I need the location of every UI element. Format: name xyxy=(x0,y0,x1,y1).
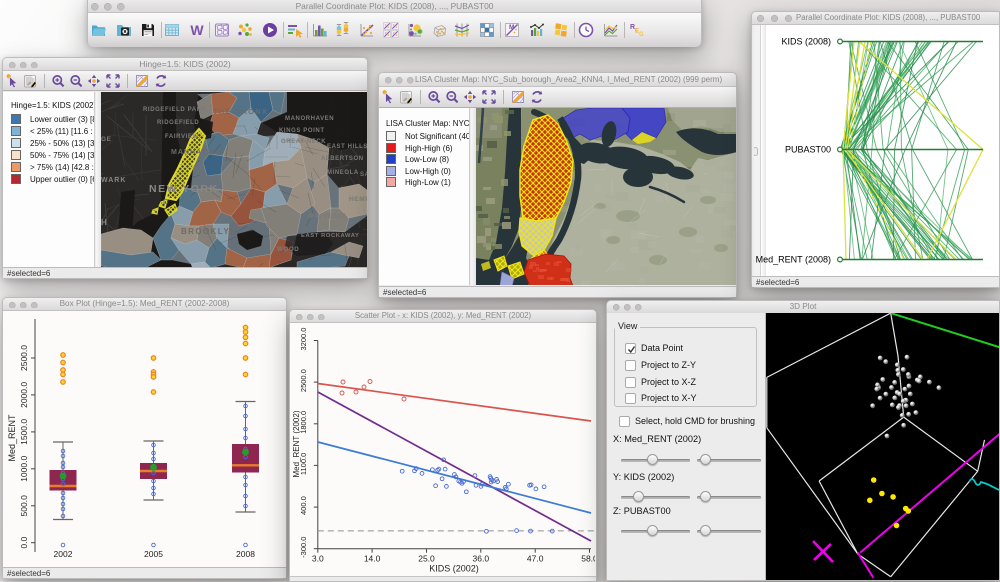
svg-text:KINGS POINT: KINGS POINT xyxy=(279,128,325,134)
svg-text:C: C xyxy=(163,199,169,206)
svg-text:NEW YORK: NEW YORK xyxy=(149,183,219,195)
svg-text:2002: 2002 xyxy=(54,549,73,559)
svg-text:Med_RENT: Med_RENT xyxy=(7,414,17,462)
svg-text:3200.0: 3200.0 xyxy=(299,328,308,351)
svg-text:WOOD: WOOD xyxy=(277,246,299,253)
svg-text:KIDS (2008): KIDS (2008) xyxy=(781,37,831,47)
svg-text:PUBAST00: PUBAST00 xyxy=(785,145,831,155)
svg-text:SA: SA xyxy=(360,172,367,178)
svg-text:2500.0: 2500.0 xyxy=(19,345,29,371)
svg-text:400.0: 400.0 xyxy=(299,496,308,515)
svg-text:MALVERNE: MALVERNE xyxy=(309,214,347,220)
svg-text:FAIRVIEW: FAIRVIEW xyxy=(165,134,199,140)
svg-text:RIDGEFIELD PARK: RIDGEFIELD PARK xyxy=(143,107,207,113)
svg-text:2005: 2005 xyxy=(144,549,163,559)
svg-text:EAST ROCKAWAY: EAST ROCKAWAY xyxy=(301,233,359,239)
svg-text:14.0: 14.0 xyxy=(364,554,381,564)
svg-text:BROOKLYN: BROOKLYN xyxy=(181,227,237,236)
svg-text:EAST HILLS: EAST HILLS xyxy=(327,144,367,150)
svg-text:MANHATTAN: MANHATTAN xyxy=(171,149,224,156)
svg-text:RIDGEFIELD: RIDGEFIELD xyxy=(157,120,199,126)
svg-text:1500.0: 1500.0 xyxy=(19,419,29,445)
svg-text:H: H xyxy=(101,218,107,227)
svg-text:HEMPSTEA: HEMPSTEA xyxy=(349,196,367,203)
svg-text:ALBERTSON: ALBERTSON xyxy=(321,156,364,162)
svg-text:500.0: 500.0 xyxy=(19,495,29,517)
svg-text:2000.0: 2000.0 xyxy=(19,382,29,408)
svg-text:MANORHAVEN: MANORHAVEN xyxy=(285,116,334,122)
svg-text:47.0: 47.0 xyxy=(527,554,544,564)
svg-text:WARK: WARK xyxy=(101,177,126,184)
svg-text:2008: 2008 xyxy=(236,549,255,559)
svg-text:3.0: 3.0 xyxy=(312,554,324,564)
svg-text:GREAT NECK: GREAT NECK xyxy=(281,139,326,145)
svg-text:KIDS (2002): KIDS (2002) xyxy=(429,564,479,574)
svg-text:58.0: 58.0 xyxy=(581,554,595,564)
svg-text:2500.0: 2500.0 xyxy=(299,369,308,392)
svg-text:1000.0: 1000.0 xyxy=(19,456,29,482)
svg-text:0.0: 0.0 xyxy=(19,537,29,549)
svg-text:Med_RENT (2002): Med_RENT (2002) xyxy=(292,410,301,477)
svg-text:36.0: 36.0 xyxy=(473,554,490,564)
svg-text:MINEOLA: MINEOLA xyxy=(327,170,359,176)
svg-text:-300.0: -300.0 xyxy=(299,537,308,558)
svg-text:25.0: 25.0 xyxy=(418,554,435,564)
svg-text:THE BRONX: THE BRONX xyxy=(213,107,268,116)
svg-text:Med_RENT (2008): Med_RENT (2008) xyxy=(756,255,831,265)
svg-text:GE: GE xyxy=(101,136,112,143)
